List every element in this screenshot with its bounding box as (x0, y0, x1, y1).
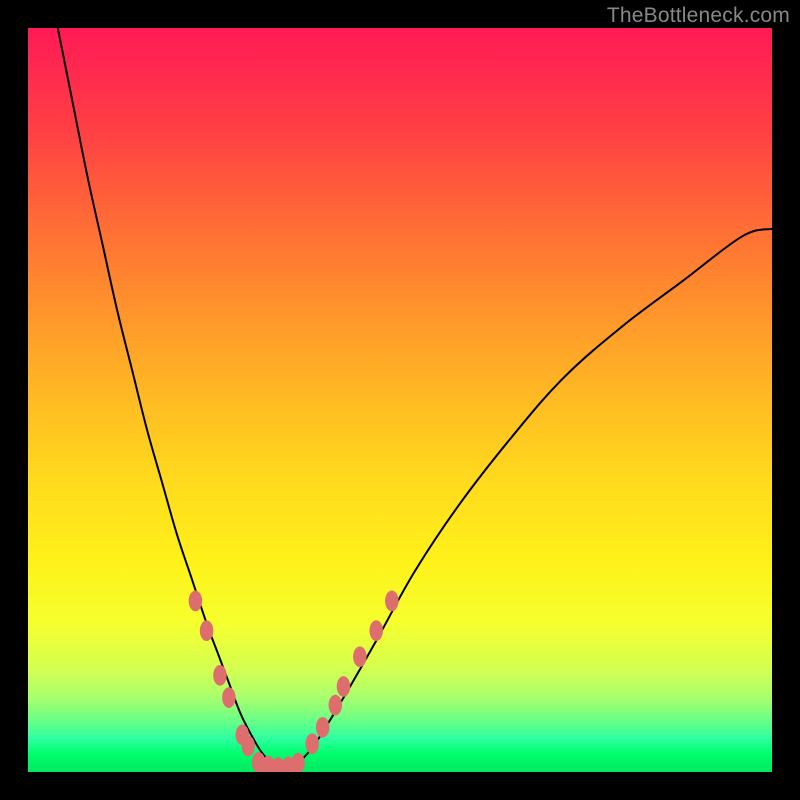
chart-frame: TheBottleneck.com (0, 0, 800, 800)
chart-overlay-svg (28, 28, 772, 772)
marker-dot (353, 646, 367, 667)
marker-dot (369, 620, 383, 641)
marker-dot (241, 736, 255, 757)
marker-dot (291, 753, 305, 772)
watermark-label: TheBottleneck.com (607, 4, 790, 28)
plot-area (28, 28, 772, 772)
marker-dot (385, 591, 399, 612)
marker-dot (189, 591, 203, 612)
marker-group (189, 591, 399, 772)
marker-dot (305, 733, 319, 754)
marker-dot (316, 717, 330, 738)
marker-dot (337, 676, 351, 697)
curve-bottleneck-curve (58, 28, 772, 768)
marker-dot (329, 695, 343, 716)
marker-dot (200, 620, 214, 641)
marker-dot (222, 687, 236, 708)
marker-dot (213, 665, 227, 686)
